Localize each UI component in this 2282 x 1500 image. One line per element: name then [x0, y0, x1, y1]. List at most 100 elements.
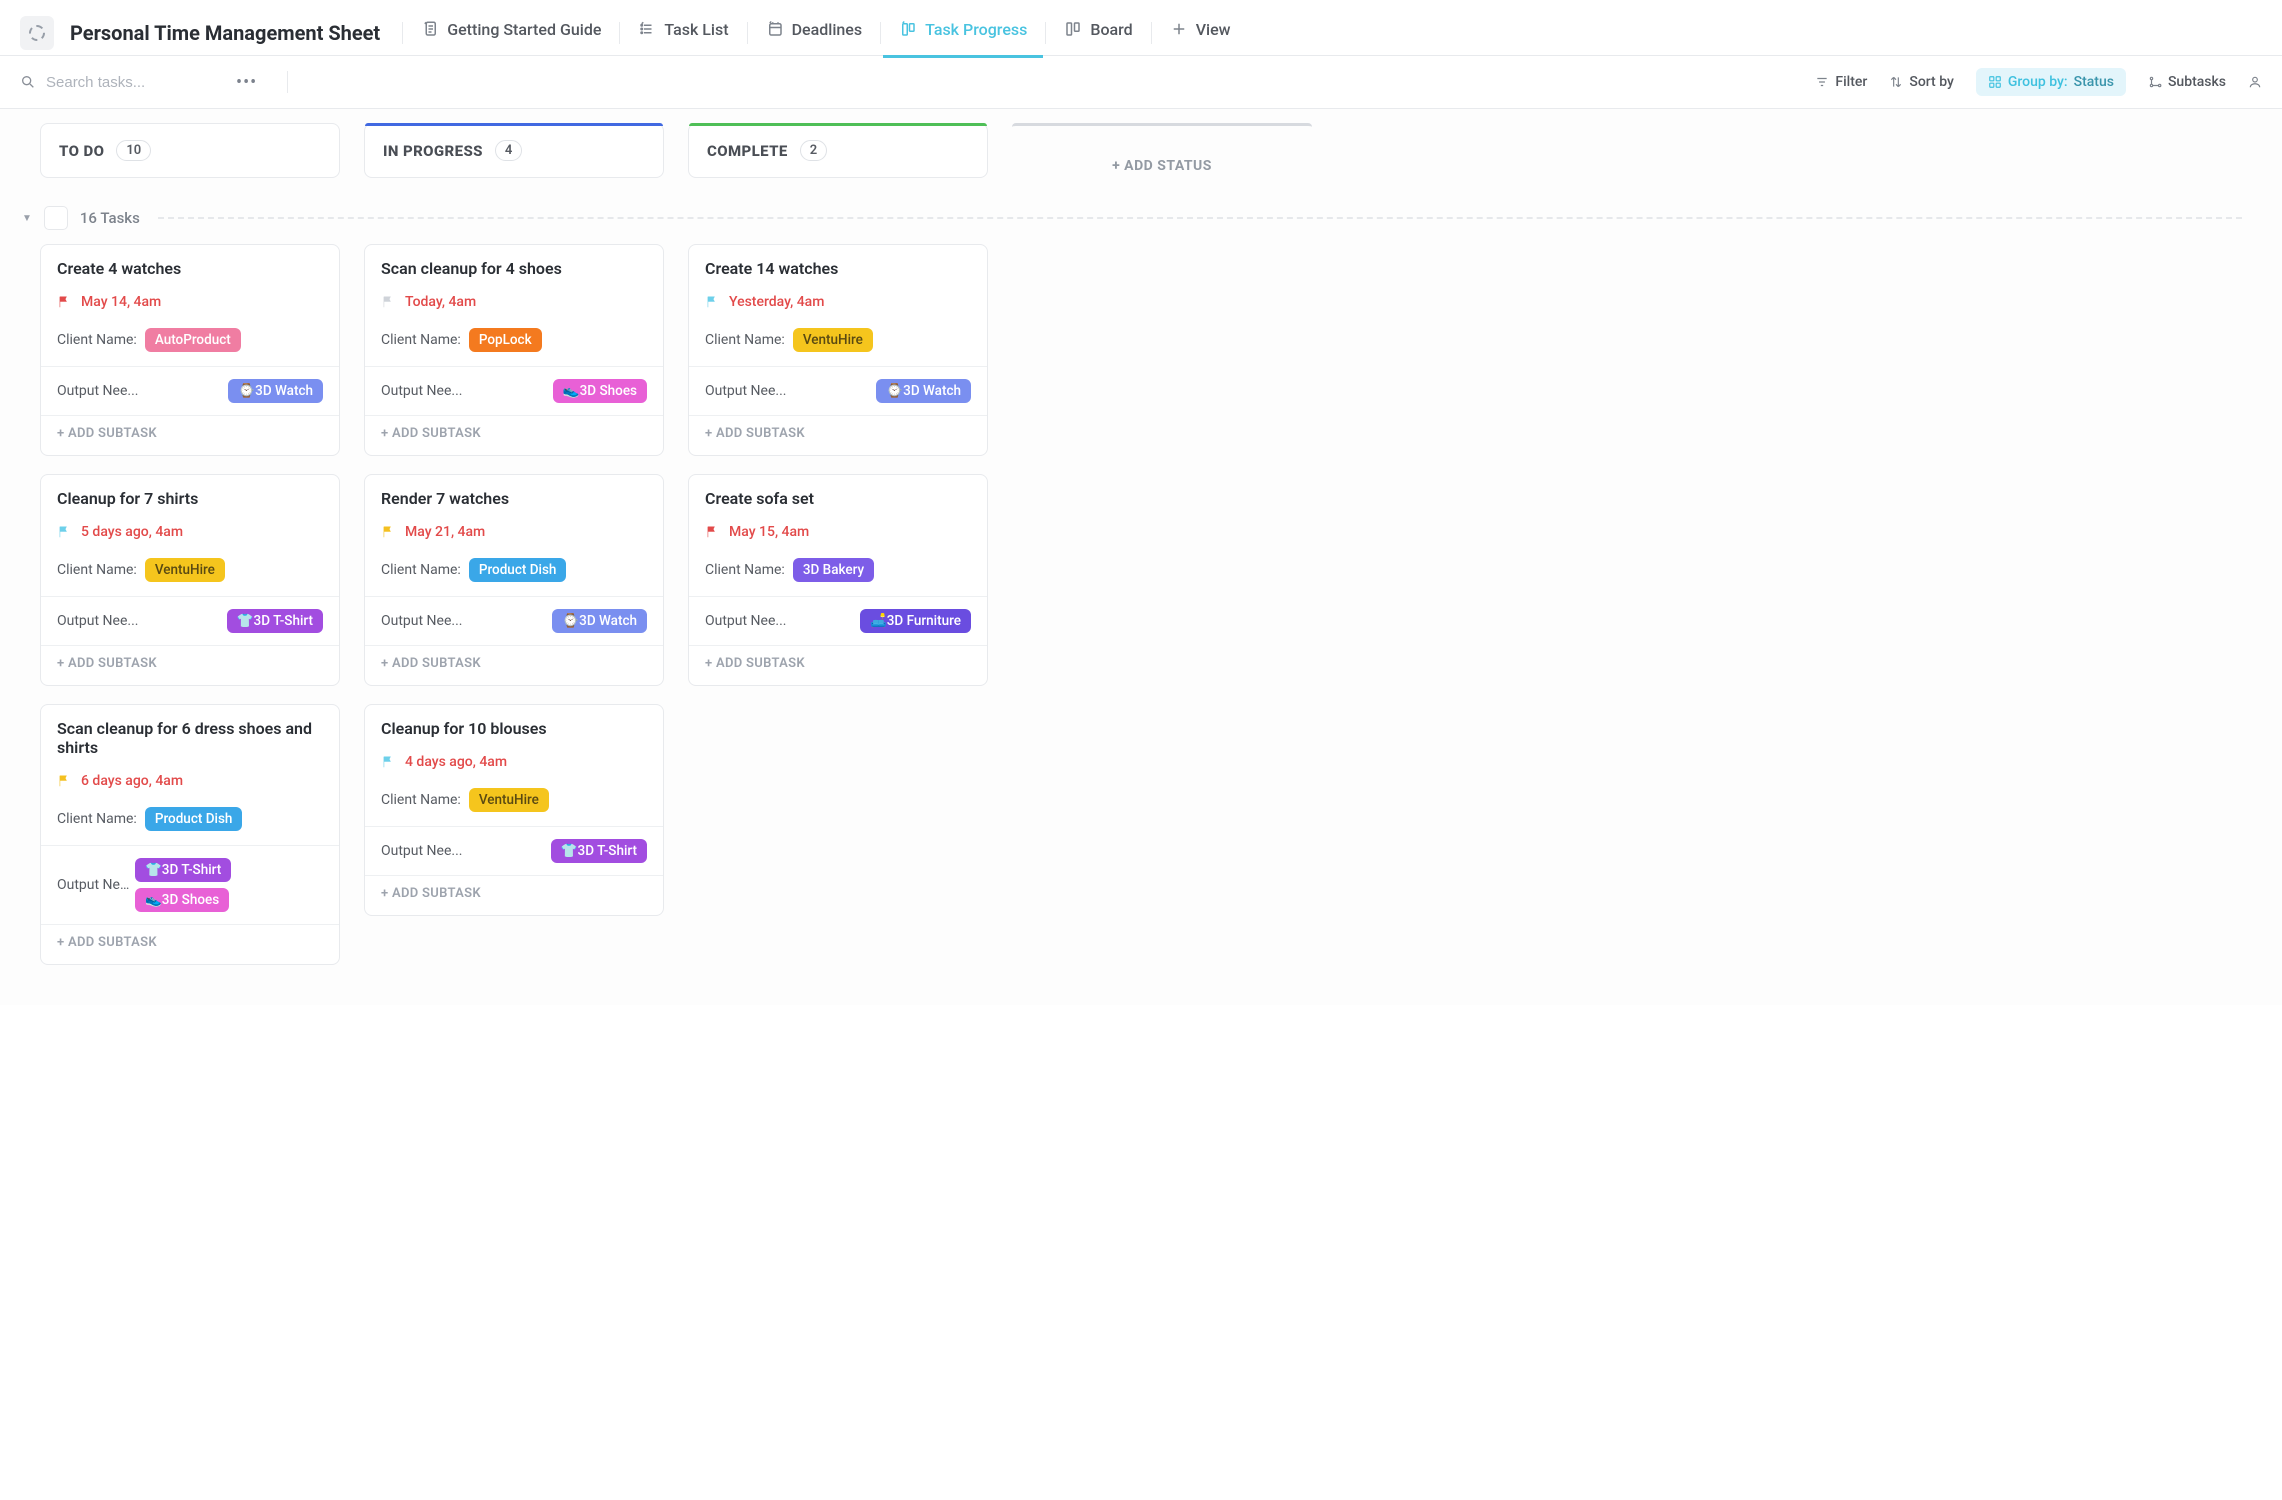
tag-pill[interactable]: 3D Bakery — [793, 558, 874, 582]
header-bar: Personal Time Management Sheet Getting S… — [0, 0, 2282, 56]
due-date-row[interactable]: 6 days ago, 4am — [57, 773, 323, 789]
due-date-row[interactable]: May 14, 4am — [57, 294, 323, 310]
due-date: 5 days ago, 4am — [81, 524, 183, 540]
sortby-button[interactable]: Sort by — [1889, 74, 1954, 90]
tag-pill[interactable]: Product Dish — [469, 558, 567, 582]
client-label: Client Name: — [381, 562, 461, 578]
due-date: 6 days ago, 4am — [81, 773, 183, 789]
tag-pill[interactable]: 👕3D T-Shirt — [551, 839, 647, 863]
workspace-icon-shape — [29, 25, 45, 41]
tag-pill[interactable]: Product Dish — [145, 807, 243, 831]
column-count: 2 — [800, 140, 827, 161]
column-header-complete[interactable]: COMPLETE 2 — [688, 123, 988, 178]
due-date-row[interactable]: 5 days ago, 4am — [57, 524, 323, 540]
add-status-button[interactable]: + ADD STATUS — [1012, 123, 1312, 178]
add-subtask-button[interactable]: + ADD SUBTASK — [365, 646, 663, 685]
task-card[interactable]: Create 4 watches May 14, 4am Client Name… — [40, 244, 340, 456]
workspace-icon[interactable] — [20, 16, 54, 50]
tag-pill[interactable]: 👕3D T-Shirt — [135, 858, 231, 882]
group-color-box[interactable] — [44, 206, 68, 230]
due-date: May 15, 4am — [729, 524, 809, 540]
tag-pill[interactable]: PopLock — [469, 328, 542, 352]
plus-icon — [1170, 20, 1188, 38]
client-label: Client Name: — [57, 811, 137, 827]
doc-icon — [421, 20, 439, 38]
due-date-row[interactable]: Yesterday, 4am — [705, 294, 971, 310]
due-date: Yesterday, 4am — [729, 294, 824, 310]
more-menu[interactable]: ••• — [228, 72, 265, 93]
tab-task-progress[interactable]: Task Progress — [883, 8, 1043, 58]
column-complete: Create 14 watches Yesterday, 4am Client … — [688, 244, 988, 686]
columns-header: TO DO 10 IN PROGRESS 4 COMPLETE 2 + ADD … — [40, 123, 2242, 178]
filter-button[interactable]: Filter — [1815, 74, 1867, 90]
output-row: Output Nee... 👟3D Shoes — [365, 367, 663, 415]
tag-pill[interactable]: AutoProduct — [145, 328, 241, 352]
tab-board[interactable]: Board — [1048, 8, 1148, 58]
due-date-row[interactable]: Today, 4am — [381, 294, 647, 310]
subtasks-icon — [2148, 75, 2162, 89]
add-subtask-button[interactable]: + ADD SUBTASK — [689, 646, 987, 685]
add-subtask-button[interactable]: + ADD SUBTASK — [41, 646, 339, 685]
tab-label: Task List — [664, 20, 728, 39]
add-view-button[interactable]: View — [1154, 8, 1247, 58]
sort-icon — [1889, 75, 1903, 89]
tab-task-list[interactable]: Task List — [622, 8, 744, 58]
client-row: Client Name: PopLock — [381, 328, 647, 352]
tag-pill[interactable]: ⌚3D Watch — [228, 379, 323, 403]
task-title: Scan cleanup for 4 shoes — [381, 259, 647, 278]
tag-pill[interactable]: 👕3D T-Shirt — [227, 609, 323, 633]
tag-pill[interactable]: VentuHire — [793, 328, 873, 352]
tag-pill[interactable]: VentuHire — [469, 788, 549, 812]
task-card[interactable]: Create 14 watches Yesterday, 4am Client … — [688, 244, 988, 456]
board-icon — [1064, 20, 1082, 38]
client-label: Client Name: — [381, 792, 461, 808]
due-date-row[interactable]: 4 days ago, 4am — [381, 754, 647, 770]
due-date: May 21, 4am — [405, 524, 485, 540]
toolbar: ••• Filter Sort by Group by: Status Subt… — [0, 56, 2282, 109]
task-card[interactable]: Scan cleanup for 4 shoes Today, 4am Clie… — [364, 244, 664, 456]
subtasks-button[interactable]: Subtasks — [2148, 74, 2226, 90]
add-subtask-button[interactable]: + ADD SUBTASK — [365, 416, 663, 455]
tab-getting-started[interactable]: Getting Started Guide — [405, 8, 617, 58]
column-header-inprogress[interactable]: IN PROGRESS 4 — [364, 123, 664, 178]
tag-pill[interactable]: 🛋️3D Furniture — [860, 609, 971, 633]
page-title[interactable]: Personal Time Management Sheet — [70, 21, 380, 45]
column-header-todo[interactable]: TO DO 10 — [40, 123, 340, 178]
task-card[interactable]: Cleanup for 7 shirts 5 days ago, 4am Cli… — [40, 474, 340, 686]
column-count: 4 — [495, 140, 522, 161]
output-label: Output Nee... — [57, 383, 138, 399]
group-row: ▼ 16 Tasks — [22, 206, 2242, 230]
add-subtask-button[interactable]: + ADD SUBTASK — [41, 925, 339, 964]
task-card[interactable]: Scan cleanup for 6 dress shoes and shirt… — [40, 704, 340, 965]
flag-icon — [57, 525, 71, 539]
due-date-row[interactable]: May 15, 4am — [705, 524, 971, 540]
tag-pill[interactable]: VentuHire — [145, 558, 225, 582]
tab-deadlines[interactable]: Deadlines — [750, 8, 879, 58]
task-title: Cleanup for 7 shirts — [57, 489, 323, 508]
tag-pill[interactable]: 👟3D Shoes — [135, 888, 229, 912]
add-subtask-button[interactable]: + ADD SUBTASK — [365, 876, 663, 915]
task-title: Create 4 watches — [57, 259, 323, 278]
add-subtask-button[interactable]: + ADD SUBTASK — [41, 416, 339, 455]
add-subtask-button[interactable]: + ADD SUBTASK — [689, 416, 987, 455]
task-card[interactable]: Render 7 watches May 21, 4am Client Name… — [364, 474, 664, 686]
task-title: Create 14 watches — [705, 259, 971, 278]
tag-pill[interactable]: ⌚3D Watch — [552, 609, 647, 633]
flag-icon — [381, 295, 395, 309]
due-date-row[interactable]: May 21, 4am — [381, 524, 647, 540]
user-button[interactable] — [2248, 75, 2262, 89]
task-card[interactable]: Cleanup for 10 blouses 4 days ago, 4am C… — [364, 704, 664, 916]
board: TO DO 10 IN PROGRESS 4 COMPLETE 2 + ADD … — [0, 109, 2282, 1005]
tag-pill[interactable]: 👟3D Shoes — [553, 379, 647, 403]
collapse-caret[interactable]: ▼ — [22, 213, 32, 224]
task-card[interactable]: Create sofa set May 15, 4am Client Name:… — [688, 474, 988, 686]
column-count: 10 — [116, 140, 151, 161]
sortby-label: Sort by — [1909, 74, 1954, 90]
task-title: Cleanup for 10 blouses — [381, 719, 647, 738]
groupby-value: Status — [2074, 74, 2114, 90]
tag-pill[interactable]: ⌚3D Watch — [876, 379, 971, 403]
search-input[interactable] — [46, 74, 206, 91]
due-date: Today, 4am — [405, 294, 476, 310]
groupby-button[interactable]: Group by: Status — [1976, 68, 2126, 96]
user-icon — [2248, 75, 2262, 89]
